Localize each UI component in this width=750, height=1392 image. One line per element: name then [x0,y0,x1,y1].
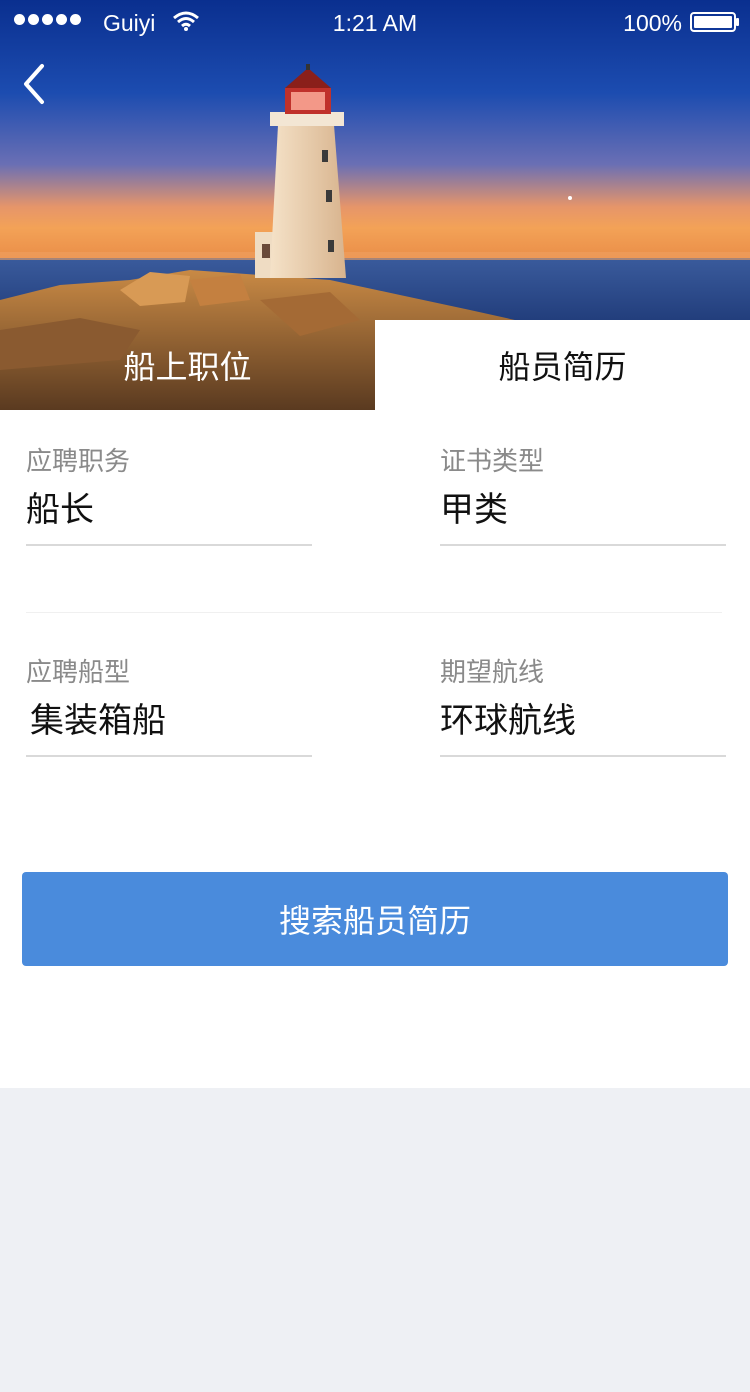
certificate-field: 证书类型 甲类 [440,442,726,546]
status-bar: Guiyi 1:21 AM 100% [0,0,750,46]
certificate-label: 证书类型 [440,447,545,477]
position-field: 应聘职务 船长 [26,442,312,546]
tab-bar: 船上职位 船员简历 [0,320,750,410]
resume-search-form: 应聘职务 船长 证书类型 甲类 应聘船型 集装箱船 期望航线 环球航线 搜索船员… [0,410,750,1088]
row-divider [26,612,722,613]
ship-type-select[interactable]: 集装箱船 [26,693,312,757]
route-label: 期望航线 [440,658,545,688]
position-label: 应聘职务 [26,447,131,477]
ship-type-label: 应聘船型 [26,658,131,688]
back-icon[interactable] [18,60,52,108]
search-resumes-button[interactable]: 搜索船员简历 [22,872,728,966]
hero-banner: Guiyi 1:21 AM 100% 船上职位 船员简历 [0,0,750,410]
tab-onboard-positions[interactable]: 船上职位 [0,320,375,410]
position-select[interactable]: 船长 [26,482,312,546]
certificate-select[interactable]: 甲类 [440,482,726,546]
ship-type-field: 应聘船型 集装箱船 [26,653,312,757]
battery-percentage: 100% [623,10,682,36]
route-field: 期望航线 环球航线 [440,653,726,757]
tab-crew-resumes[interactable]: 船员简历 [375,320,750,410]
route-select[interactable]: 环球航线 [440,693,726,757]
battery-icon [690,12,739,32]
